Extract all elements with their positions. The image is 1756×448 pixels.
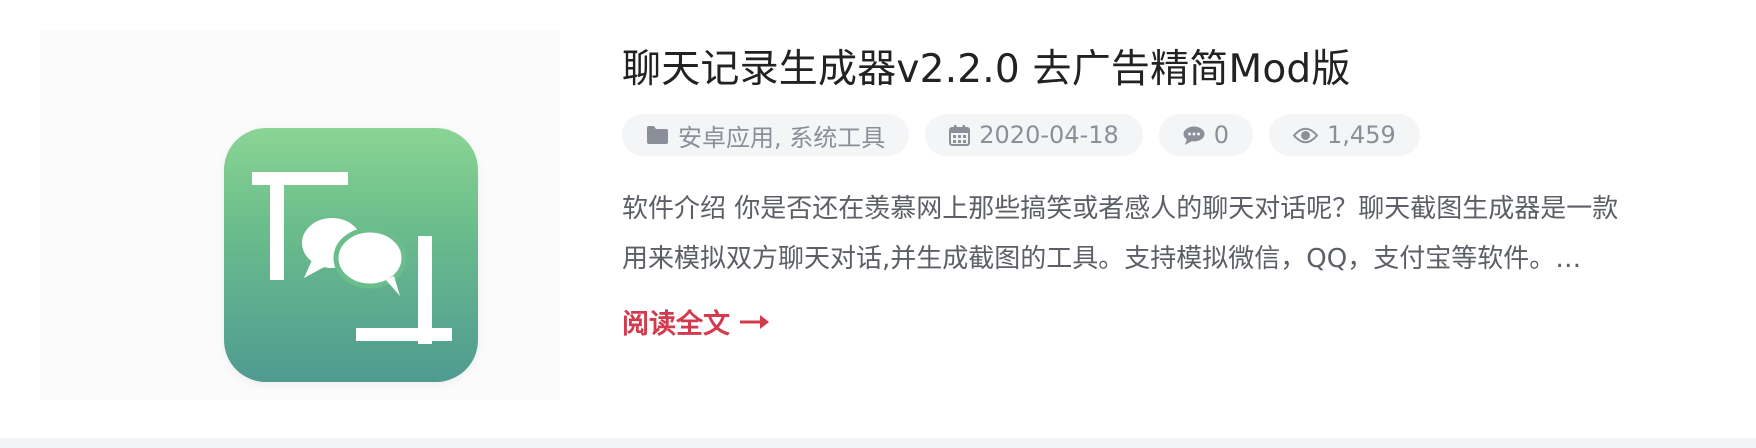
read-more-link[interactable]: 阅读全文 bbox=[622, 302, 770, 341]
date-pill: 2020-04-18 bbox=[925, 114, 1143, 156]
views-count: 1,459 bbox=[1327, 121, 1396, 149]
chat-screenshot-app-icon bbox=[224, 128, 478, 382]
post-excerpt: 软件介绍 你是否还在羡慕网上那些搞笑或者感人的聊天对话呢？聊天截图生成器是一款 … bbox=[622, 184, 1722, 284]
excerpt-line-1: 软件介绍 你是否还在羡慕网上那些搞笑或者感人的聊天对话呢？聊天截图生成器是一款 bbox=[622, 194, 1619, 224]
post-meta: 安卓应用, 系统工具 2020-04-18 0 1,459 bbox=[622, 114, 1420, 156]
read-more-label: 阅读全文 bbox=[622, 309, 730, 340]
date-text: 2020-04-18 bbox=[979, 121, 1119, 149]
arrow-right-icon bbox=[740, 306, 770, 337]
folder-icon bbox=[646, 126, 669, 144]
eye-icon bbox=[1293, 127, 1319, 144]
comments-pill[interactable]: 0 bbox=[1158, 114, 1254, 156]
comments-count: 0 bbox=[1213, 121, 1230, 149]
post-title[interactable]: 聊天记录生成器v2.2.0 去广告精简Mod版 bbox=[622, 38, 1351, 94]
calendar-icon bbox=[949, 124, 971, 146]
views-pill: 1,459 bbox=[1269, 114, 1420, 156]
post-thumbnail[interactable] bbox=[40, 30, 560, 400]
excerpt-line-2: 用来模拟双方聊天对话,并生成截图的工具。支持模拟微信，QQ，支付宝等软件。… bbox=[622, 244, 1582, 274]
comment-icon bbox=[1183, 126, 1205, 145]
category-pill[interactable]: 安卓应用, 系统工具 bbox=[622, 114, 910, 156]
category-text[interactable]: 安卓应用, 系统工具 bbox=[678, 118, 885, 153]
post-card: 聊天记录生成器v2.2.0 去广告精简Mod版 安卓应用, 系统工具 2020-… bbox=[0, 0, 1756, 438]
